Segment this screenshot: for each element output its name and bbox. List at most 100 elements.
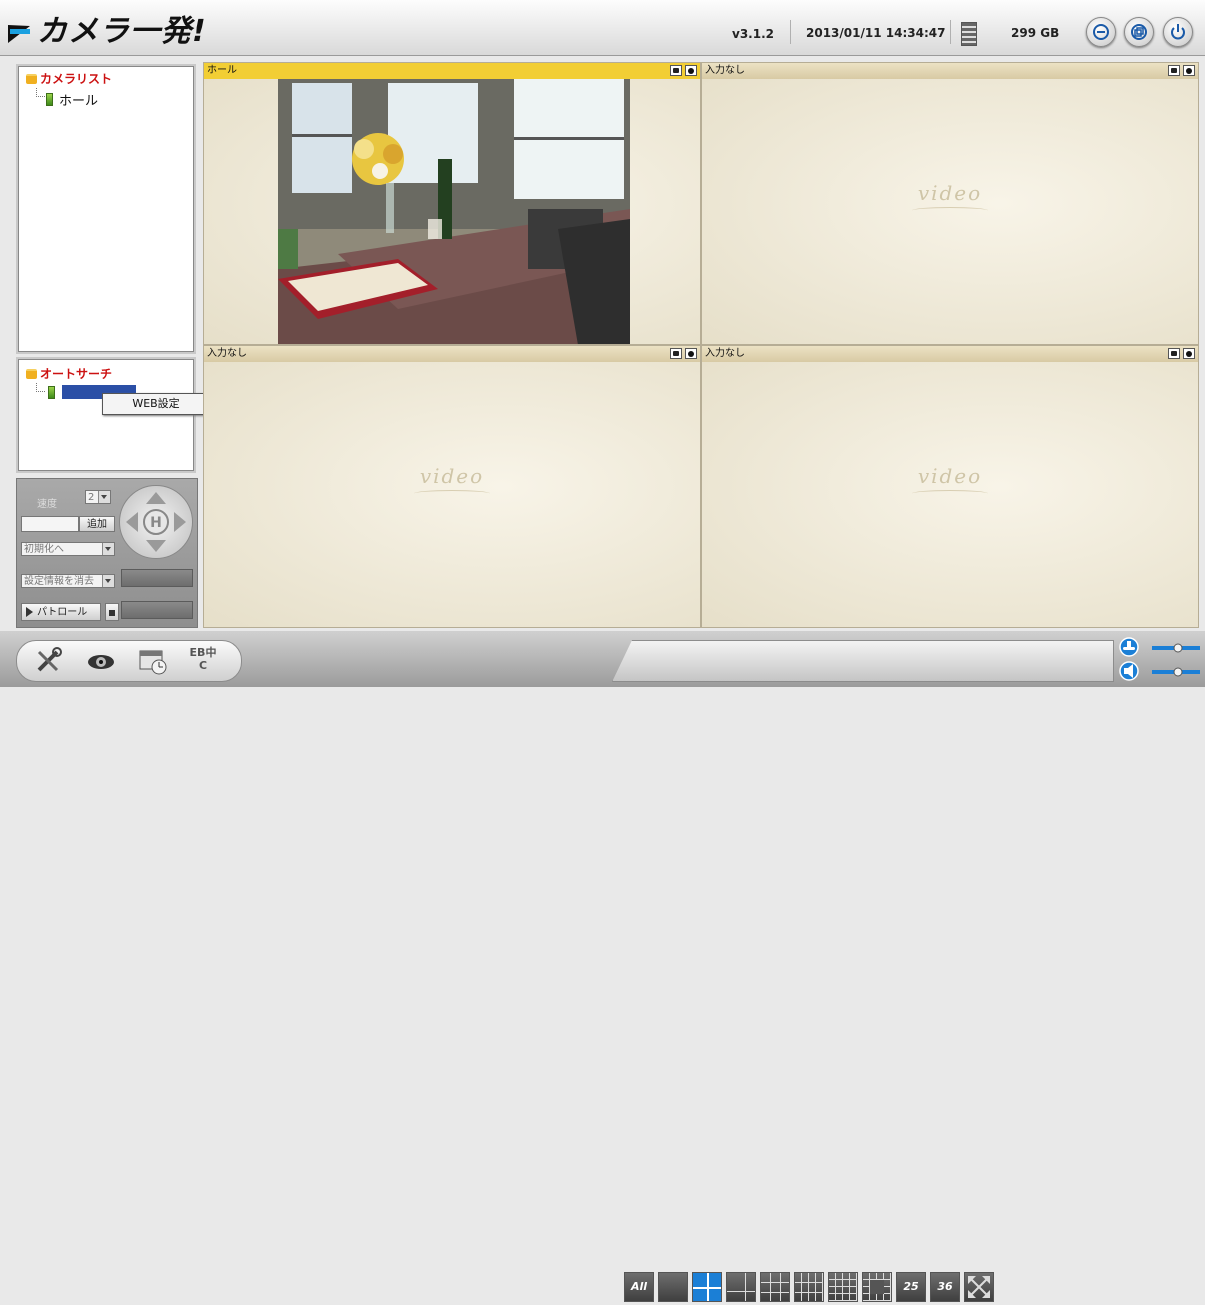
schedule-icon: [139, 650, 167, 675]
fullscreen-button[interactable]: [964, 1272, 994, 1302]
watermark-swash: [414, 490, 490, 497]
reset-label: 初期化へ: [24, 544, 64, 555]
disk-free-label: 299 GB: [1011, 26, 1060, 40]
patrol-label: パトロール: [37, 607, 88, 618]
settings-icon: [37, 647, 62, 672]
language-icon: EB中C: [189, 646, 217, 672]
schedule-button[interactable]: [137, 646, 169, 676]
dropdown-arrow-icon: [102, 543, 114, 555]
video-cell-title: ホール: [204, 63, 700, 79]
video-watermark: video: [917, 464, 983, 488]
dropdown-arrow-icon: [102, 575, 114, 587]
bottom-toolbar: EB中C All 25 36: [0, 631, 1205, 1302]
divider: [950, 20, 951, 44]
preset-name-input[interactable]: [21, 516, 79, 532]
layout-13-button[interactable]: [862, 1272, 892, 1302]
reset-select[interactable]: 初期化へ: [21, 542, 115, 556]
record-button[interactable]: [85, 646, 117, 676]
camera-list-panel: カメラリスト ホール: [16, 64, 196, 354]
version-label: v3.1.2: [732, 27, 774, 41]
video-cell-title: 入力なし: [702, 346, 1198, 362]
divider: [790, 20, 791, 44]
speed-select[interactable]: 2: [85, 490, 111, 504]
video-cell-label: ホール: [207, 65, 237, 76]
audio-controls: [1110, 633, 1205, 687]
record-dot-icon[interactable]: [685, 348, 697, 359]
power-button[interactable]: [1163, 17, 1193, 47]
ptz-action-button-2[interactable]: [121, 601, 193, 619]
app-title: カメラ一発!: [37, 14, 207, 49]
tool-button-group: EB中C: [16, 640, 242, 682]
camera-item-label: ホール: [59, 94, 99, 109]
video-cell-1[interactable]: ホール: [203, 62, 701, 345]
tree-connector: [36, 88, 45, 97]
layout-1-button[interactable]: [658, 1272, 688, 1302]
speed-value: 2: [88, 492, 95, 503]
camera-icon: [46, 93, 53, 106]
camera-list-root[interactable]: カメラリスト: [26, 70, 112, 87]
stop-icon: [109, 610, 115, 616]
power-icon: [1171, 24, 1185, 40]
restore-icon: [1131, 24, 1147, 40]
video-cell-label: 入力なし: [705, 65, 745, 76]
restore-button[interactable]: [1124, 17, 1154, 47]
snapshot-icon[interactable]: [1168, 348, 1180, 359]
add-preset-button[interactable]: 追加: [79, 516, 115, 532]
video-grid: ホール 入力なし video 入力なし video 入力なし video: [203, 62, 1199, 628]
layout-8-button[interactable]: [760, 1272, 790, 1302]
minimize-button[interactable]: [1086, 17, 1116, 47]
video-cell-3[interactable]: 入力なし video: [203, 345, 701, 628]
datetime-label: 2013/01/11 14:34:47: [806, 26, 946, 40]
audio-controls-graphic: [1119, 637, 1200, 681]
logo-icon: [8, 17, 34, 39]
record-icon: [88, 655, 114, 669]
auto-search-root[interactable]: オートサーチ: [26, 365, 112, 382]
layout-36-label: 36: [937, 1280, 953, 1293]
ptz-direction-icon: H: [126, 492, 186, 552]
auto-search-label: オートサーチ: [40, 367, 113, 381]
camera-item-hall[interactable]: ホール: [46, 90, 98, 109]
layout-9-button[interactable]: [794, 1272, 824, 1302]
video-cell-4[interactable]: 入力なし video: [701, 345, 1199, 628]
layout-all-label: All: [630, 1280, 648, 1293]
folder-icon: [26, 73, 37, 84]
layout-25-label: 25: [903, 1280, 919, 1293]
snapshot-icon[interactable]: [670, 348, 682, 359]
layout-25-button[interactable]: 25: [896, 1272, 926, 1302]
stop-patrol-button[interactable]: [105, 603, 119, 621]
watermark-swash: [912, 207, 988, 214]
video-cell-2[interactable]: 入力なし video: [701, 62, 1199, 345]
clear-settings-select[interactable]: 設定情報を消去: [21, 574, 115, 588]
fullscreen-icon: [968, 1276, 990, 1298]
record-dot-icon[interactable]: [1183, 65, 1195, 76]
ptz-action-button-1[interactable]: [121, 569, 193, 587]
snapshot-icon[interactable]: [670, 65, 682, 76]
context-menu-web-settings[interactable]: WEB設定: [102, 393, 210, 415]
layout-16-button[interactable]: [828, 1272, 858, 1302]
video-cell-title: 入力なし: [702, 63, 1198, 79]
language-button[interactable]: EB中C: [189, 646, 217, 676]
watermark-swash: [912, 490, 988, 497]
record-dot-icon[interactable]: [1183, 348, 1195, 359]
snapshot-icon[interactable]: [1168, 65, 1180, 76]
layout-6-button[interactable]: [726, 1272, 756, 1302]
layout-all-button[interactable]: All: [624, 1272, 654, 1302]
record-dot-icon[interactable]: [685, 65, 697, 76]
camera-feed-image: [278, 79, 630, 344]
camera-icon: [48, 386, 55, 399]
minimize-icon: [1093, 24, 1109, 40]
layout-4-button[interactable]: [692, 1272, 722, 1302]
svg-text:H: H: [150, 515, 162, 531]
video-cell-title: 入力なし: [204, 346, 700, 362]
speed-label: 速度: [37, 499, 57, 510]
disk-icon: [961, 22, 977, 46]
settings-button[interactable]: [33, 646, 65, 676]
title-bar: カメラ一発! v3.1.2 2013/01/11 14:34:47 299 GB: [0, 0, 1205, 56]
layout-36-button[interactable]: 36: [930, 1272, 960, 1302]
video-cell-label: 入力なし: [705, 348, 745, 359]
app-logo: カメラ一発!: [8, 10, 207, 49]
ptz-joystick[interactable]: H: [119, 485, 193, 559]
video-watermark: video: [419, 464, 485, 488]
auto-search-panel: オートサーチ: [16, 357, 196, 473]
patrol-button[interactable]: パトロール: [21, 603, 101, 621]
